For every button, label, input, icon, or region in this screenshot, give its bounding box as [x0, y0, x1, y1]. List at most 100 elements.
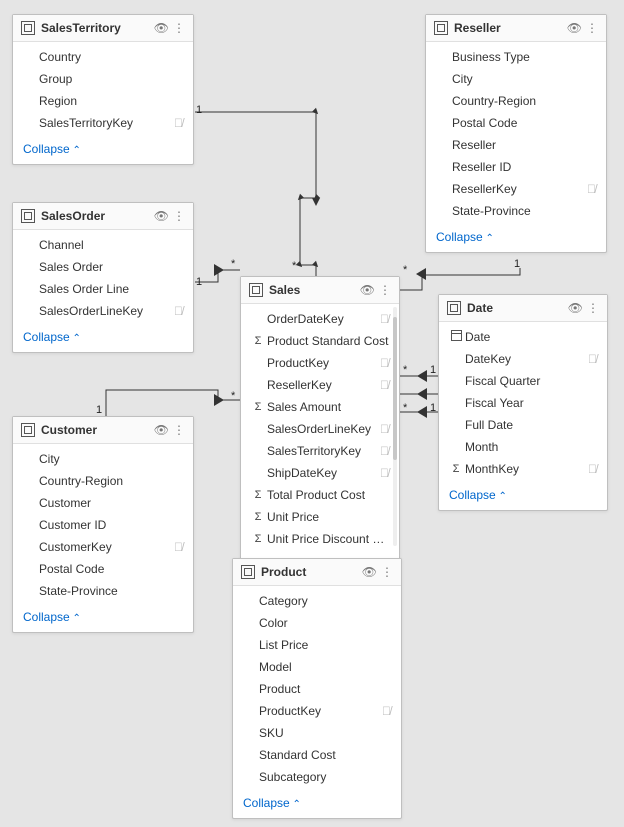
field-row[interactable]: ProductKey👁̸	[243, 702, 391, 720]
field-row[interactable]: Standard Cost	[243, 746, 391, 764]
visibility-icon[interactable]: 👁	[568, 302, 583, 314]
table-icon	[21, 209, 35, 223]
field-name: SalesOrderLineKey	[39, 304, 174, 318]
more-icon[interactable]	[587, 302, 599, 314]
field-row[interactable]: Sales Order Line	[23, 280, 183, 298]
field-row[interactable]: Country	[23, 48, 183, 66]
table-icon	[447, 301, 461, 315]
field-row[interactable]: Postal Code	[23, 560, 183, 578]
visibility-icon[interactable]: 👁	[154, 424, 169, 436]
table-product[interactable]: Product 👁 Category Color List Price Model Pr…	[232, 558, 402, 819]
field-row[interactable]: Country-Region	[23, 472, 183, 490]
field-row[interactable]: SalesOrderLineKey👁̸	[23, 302, 183, 320]
field-row[interactable]: Reseller	[436, 136, 596, 154]
sigma-icon: Σ	[251, 511, 265, 523]
field-row[interactable]: Country-Region	[436, 92, 596, 110]
table-title: SalesTerritory	[41, 21, 150, 35]
field-row[interactable]: Product	[243, 680, 391, 698]
table-icon	[21, 21, 35, 35]
field-row[interactable]: ΣTotal Product Cost	[251, 486, 389, 504]
table-customer[interactable]: Customer 👁 City Country-Region Customer Cus…	[12, 416, 194, 633]
collapse-button[interactable]: Collapse	[439, 482, 607, 510]
table-title: Date	[467, 301, 564, 315]
field-row[interactable]: Color	[243, 614, 391, 632]
table-date[interactable]: Date 👁 Date DateKey👁̸ Fiscal Quarter Fiscal…	[438, 294, 608, 511]
field-row[interactable]: CustomerKey👁̸	[23, 538, 183, 556]
collapse-button[interactable]: Collapse	[13, 324, 193, 352]
field-row[interactable]: Category	[243, 592, 391, 610]
field-row[interactable]: DateKey👁̸	[449, 350, 597, 368]
visibility-icon[interactable]: 👁	[360, 284, 375, 296]
field-row[interactable]: City	[436, 70, 596, 88]
more-icon[interactable]	[173, 22, 185, 34]
field-name: Region	[39, 94, 183, 108]
field-row[interactable]: ResellerKey👁̸	[436, 180, 596, 198]
field-row[interactable]: Full Date	[449, 416, 597, 434]
collapse-button[interactable]: Collapse	[426, 224, 606, 252]
field-row[interactable]: SalesTerritoryKey👁̸	[251, 442, 389, 460]
field-row[interactable]: Customer	[23, 494, 183, 512]
table-header[interactable]: SalesTerritory 👁	[13, 15, 193, 42]
card-label: *	[231, 258, 235, 270]
hidden-icon: 👁̸	[588, 462, 597, 476]
table-header[interactable]: Reseller 👁	[426, 15, 606, 42]
sigma-icon: Σ	[251, 335, 265, 347]
more-icon[interactable]	[173, 210, 185, 222]
more-icon[interactable]	[173, 424, 185, 436]
table-header[interactable]: Sales 👁	[241, 277, 399, 304]
field-row[interactable]: List Price	[243, 636, 391, 654]
visibility-icon[interactable]: 👁	[154, 210, 169, 222]
field-row[interactable]: Model	[243, 658, 391, 676]
field-row[interactable]: Reseller ID	[436, 158, 596, 176]
field-row[interactable]: SKU	[243, 724, 391, 742]
scrollbar[interactable]	[393, 307, 397, 546]
field-row[interactable]: Channel	[23, 236, 183, 254]
field-row[interactable]: City	[23, 450, 183, 468]
field-row[interactable]: ΣUnit Price Discount Pct	[251, 530, 389, 548]
field-row[interactable]: Fiscal Year	[449, 394, 597, 412]
field-row[interactable]: Region	[23, 92, 183, 110]
collapse-button[interactable]: Collapse	[233, 790, 401, 818]
field-name: Model	[259, 660, 391, 674]
table-header[interactable]: Product 👁	[233, 559, 401, 586]
more-icon[interactable]	[381, 566, 393, 578]
field-row[interactable]: ΣSales Amount	[251, 398, 389, 416]
field-row[interactable]: Fiscal Quarter	[449, 372, 597, 390]
field-row[interactable]: ResellerKey👁̸	[251, 376, 389, 394]
field-name: SKU	[259, 726, 391, 740]
field-row[interactable]: Customer ID	[23, 516, 183, 534]
table-sales-territory[interactable]: SalesTerritory 👁 Country Group Region Sales…	[12, 14, 194, 165]
table-header[interactable]: Customer 👁	[13, 417, 193, 444]
table-sales[interactable]: Sales 👁 OrderDateKey👁̸ ΣProduct Standard …	[240, 276, 400, 581]
visibility-icon[interactable]: 👁	[154, 22, 169, 34]
field-row[interactable]: ΣProduct Standard Cost	[251, 332, 389, 350]
field-row[interactable]: SalesTerritoryKey👁̸	[23, 114, 183, 132]
field-row[interactable]: Business Type	[436, 48, 596, 66]
field-row[interactable]: Month	[449, 438, 597, 456]
field-row[interactable]: ShipDateKey👁̸	[251, 464, 389, 482]
visibility-icon[interactable]: 👁	[362, 566, 377, 578]
field-row[interactable]: Postal Code	[436, 114, 596, 132]
field-row[interactable]: Subcategory	[243, 768, 391, 786]
field-row[interactable]: OrderDateKey👁̸	[251, 310, 389, 328]
field-row[interactable]: State-Province	[436, 202, 596, 220]
field-row[interactable]: ΣUnit Price	[251, 508, 389, 526]
field-name: Product	[259, 682, 391, 696]
visibility-icon[interactable]: 👁	[567, 22, 582, 34]
field-row[interactable]: ProductKey👁̸	[251, 354, 389, 372]
table-header[interactable]: Date 👁	[439, 295, 607, 322]
more-icon[interactable]	[379, 284, 391, 296]
field-row[interactable]: ΣMonthKey👁̸	[449, 460, 597, 478]
field-row[interactable]: Date	[449, 328, 597, 346]
field-row[interactable]: Sales Order	[23, 258, 183, 276]
table-reseller[interactable]: Reseller 👁 Business Type City Country-Regi…	[425, 14, 607, 253]
more-icon[interactable]	[586, 22, 598, 34]
table-sales-order[interactable]: SalesOrder 👁 Channel Sales Order Sales Ord…	[12, 202, 194, 353]
field-name: City	[452, 72, 596, 86]
field-row[interactable]: State-Province	[23, 582, 183, 600]
field-row[interactable]: SalesOrderLineKey👁̸	[251, 420, 389, 438]
collapse-button[interactable]: Collapse	[13, 136, 193, 164]
collapse-button[interactable]: Collapse	[13, 604, 193, 632]
table-header[interactable]: SalesOrder 👁	[13, 203, 193, 230]
field-row[interactable]: Group	[23, 70, 183, 88]
